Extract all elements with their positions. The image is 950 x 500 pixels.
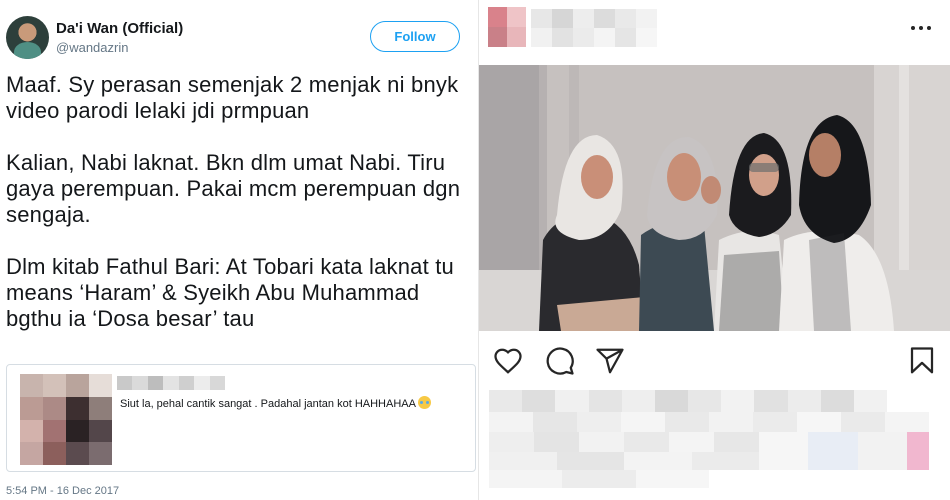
heart-icon[interactable] xyxy=(493,346,523,376)
quoted-text: Siut la, pehal cantik sangat . Padahal j… xyxy=(120,398,416,410)
tweet-header: Da'i Wan (Official) @wandazrin Follow xyxy=(6,16,476,60)
quoted-author-pixelated xyxy=(117,376,225,390)
quoted-tweet[interactable]: Siut la, pehal cantik sangat . Padahal j… xyxy=(6,364,476,472)
caption-pixelated-line-4 xyxy=(489,452,759,470)
author-name[interactable]: Da'i Wan (Official) xyxy=(56,20,183,37)
bookmark-icon[interactable] xyxy=(907,346,937,376)
caption-pixelated-line-5 xyxy=(489,470,709,488)
poster-username-pixelated[interactable] xyxy=(531,9,657,47)
poster-avatar-pixelated[interactable] xyxy=(488,7,526,47)
author-handle[interactable]: @wandazrin xyxy=(56,40,128,55)
author-avatar[interactable] xyxy=(6,16,49,59)
post-header xyxy=(479,0,950,62)
tweet-card: Da'i Wan (Official) @wandazrin Follow Ma… xyxy=(0,0,478,500)
share-icon[interactable] xyxy=(595,346,625,376)
post-actions xyxy=(479,340,950,380)
caption-pixelated-line-1 xyxy=(489,390,888,412)
caption-pixelated-line-2 xyxy=(489,412,929,432)
comment-icon[interactable] xyxy=(545,346,575,376)
quoted-image-pixelated xyxy=(20,374,112,465)
more-options-icon[interactable] xyxy=(909,22,933,34)
post-photo[interactable] xyxy=(479,65,950,331)
tweet-timestamp[interactable]: 5:54 PM - 16 Dec 2017 xyxy=(6,485,119,497)
follow-button[interactable]: Follow xyxy=(370,21,460,52)
instagram-post xyxy=(478,0,950,500)
tweet-text: Maaf. Sy perasan semenjak 2 menjak ni bn… xyxy=(6,72,461,331)
caption-pixelated-line-3b xyxy=(759,432,929,470)
caption-pixelated-line-3 xyxy=(489,432,759,452)
quoted-text-line: Siut la, pehal cantik sangat . Padahal j… xyxy=(120,396,431,410)
laughing-emoji-icon xyxy=(417,396,431,409)
